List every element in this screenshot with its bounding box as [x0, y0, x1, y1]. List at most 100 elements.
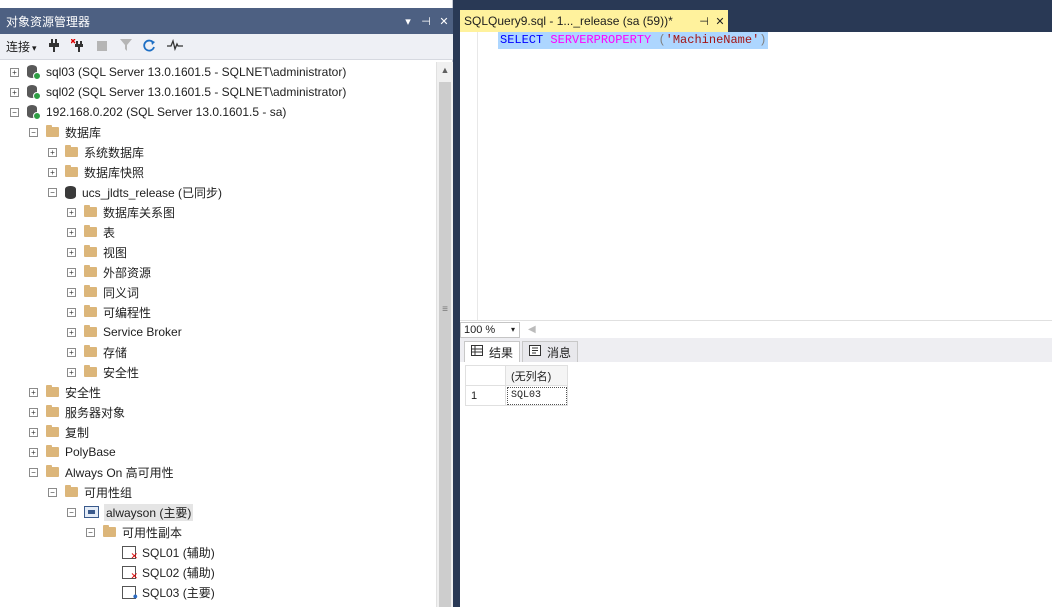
collapse-icon[interactable]: − [48, 187, 57, 197]
collapse-icon[interactable]: − [48, 487, 57, 497]
tree-node[interactable]: + sql02 (SQL Server 13.0.1601.5 - SQLNET\… [10, 82, 346, 102]
dropdown-icon[interactable]: ▾ [399, 15, 417, 28]
tree-node-label: Always On 高可用性 [65, 465, 174, 480]
tree-node[interactable]: + 系统数据库 [48, 142, 144, 162]
connect-plug-icon[interactable] [47, 38, 61, 55]
collapse-icon[interactable]: − [86, 527, 95, 537]
expand-icon[interactable]: + [67, 367, 76, 377]
expand-icon[interactable]: + [67, 247, 76, 257]
query-editor[interactable]: SELECT SERVERPROPERTY ('MachineName') [460, 32, 1052, 320]
refresh-icon[interactable] [143, 39, 157, 55]
scroll-up-icon[interactable]: ▲ [437, 62, 453, 79]
tree-node[interactable]: + 存储 [67, 342, 127, 362]
expand-icon[interactable]: + [67, 267, 76, 277]
zoom-value: 100 % [464, 323, 496, 336]
replica-error-icon: ✕ [122, 545, 138, 560]
tree-node[interactable]: + 安全性 [67, 362, 139, 382]
tree-node[interactable]: − ucs_jldts_release (已同步) [48, 182, 222, 202]
expand-icon[interactable]: + [67, 347, 76, 357]
expand-icon[interactable]: + [48, 147, 57, 157]
tree-node[interactable]: + sql03 (SQL Server 13.0.1601.5 - SQLNET\… [10, 62, 346, 82]
pin-icon[interactable]: ⊣ [417, 15, 435, 28]
activity-monitor-icon[interactable] [166, 38, 183, 54]
row-number[interactable]: 1 [465, 385, 506, 406]
tree-node[interactable]: + Service Broker [67, 322, 182, 342]
result-cell[interactable]: SQL03 [505, 385, 568, 406]
expand-icon[interactable]: + [67, 227, 76, 237]
expand-icon[interactable]: + [29, 407, 38, 417]
tree-node[interactable]: + 表 [67, 222, 115, 242]
tree-node[interactable]: + 外部资源 [67, 262, 151, 282]
tree-node[interactable]: − 可用性组 [48, 482, 132, 502]
folder-icon [46, 465, 59, 477]
tree-node[interactable]: + 可编程性 [67, 302, 151, 322]
collapse-icon[interactable]: − [67, 507, 76, 517]
document-tabbar: SQLQuery9.sql - 1..._release (sa (59))* … [458, 8, 1052, 32]
tree-node-label: 数据库 [65, 125, 102, 140]
tree-node[interactable]: + 同义词 [67, 282, 139, 302]
tree-node[interactable]: − 192.168.0.202 (SQL Server 13.0.1601.5 -… [10, 102, 286, 122]
tab-messages[interactable]: 消息 [522, 341, 579, 362]
tree-node-label: 表 [103, 225, 116, 240]
expand-icon[interactable]: + [29, 447, 38, 457]
scrollbar-thumb[interactable] [439, 82, 451, 607]
column-header[interactable]: (无列名) [505, 365, 568, 386]
folder-icon [84, 305, 97, 317]
tree-scrollbar[interactable]: ▲ ≡ [436, 62, 453, 607]
replica-error-icon: ✕ [122, 565, 138, 580]
expand-icon[interactable]: + [67, 287, 76, 297]
tree-node[interactable]: + 视图 [67, 242, 127, 262]
tree-node[interactable]: ✕ SQL02 (辅助) [105, 562, 215, 582]
expand-icon[interactable]: + [67, 307, 76, 317]
close-icon[interactable]: ✕ [435, 15, 453, 28]
tree-node-label: 服务器对象 [65, 405, 126, 420]
tree-node[interactable]: − 可用性副本 [86, 522, 182, 542]
pin-tab-icon[interactable]: ⊣ [696, 15, 712, 28]
scroll-left-icon[interactable]: ◀ [528, 324, 536, 335]
tab-sqlquery9[interactable]: SQLQuery9.sql - 1..._release (sa (59))* … [460, 10, 728, 32]
tree-node[interactable]: − Always On 高可用性 [29, 462, 174, 482]
messages-icon [529, 345, 542, 359]
tree-node[interactable]: + PolyBase [29, 442, 116, 462]
folder-icon [84, 265, 97, 277]
expand-icon[interactable]: + [29, 427, 38, 437]
tree-node-label: 同义词 [103, 285, 140, 300]
tree-node[interactable]: + 服务器对象 [29, 402, 125, 422]
filter-icon[interactable] [119, 39, 133, 54]
tree-node[interactable]: ✕ SQL01 (辅助) [105, 542, 215, 562]
tab-results[interactable]: 结果 [464, 341, 521, 362]
sql-keyword: SELECT [500, 33, 544, 47]
tree-node[interactable]: + 数据库快照 [48, 162, 144, 182]
expand-icon[interactable]: + [67, 327, 76, 337]
tree-node-label: 视图 [103, 245, 128, 260]
collapse-icon[interactable]: − [10, 107, 19, 117]
close-tab-icon[interactable]: ✕ [712, 15, 728, 28]
editor-area: SQLQuery9.sql - 1..._release (sa (59))* … [458, 0, 1052, 607]
object-explorer-tree: + sql03 (SQL Server 13.0.1601.5 - SQLNET\… [0, 62, 436, 607]
expand-icon[interactable]: + [29, 387, 38, 397]
expand-icon[interactable]: + [48, 167, 57, 177]
tree-node[interactable]: + 数据库关系图 [67, 202, 175, 222]
connect-button[interactable]: 连接 ▾ [6, 38, 37, 55]
expand-icon[interactable]: + [67, 207, 76, 217]
stop-icon[interactable] [95, 40, 109, 54]
code-line-1[interactable]: SELECT SERVERPROPERTY ('MachineName') [498, 32, 769, 49]
availability-group-icon [84, 506, 99, 518]
table-row: 1 SQL03 [465, 385, 568, 406]
tree-node[interactable]: ● SQL03 (主要) [105, 582, 215, 602]
folder-icon [65, 165, 78, 177]
sql-function: SERVERPROPERTY [550, 33, 652, 47]
tree-node[interactable]: − alwayson (主要) [67, 502, 194, 522]
zoom-select[interactable]: 100 % ▾ [460, 321, 520, 338]
tree-node-label: 192.168.0.202 (SQL Server 13.0.1601.5 - … [46, 105, 287, 119]
disconnect-icon[interactable] [70, 38, 85, 55]
grid-header-row: (无列名) [465, 365, 568, 386]
collapse-icon[interactable]: − [29, 127, 38, 137]
collapse-icon[interactable]: − [29, 467, 38, 477]
expand-icon[interactable]: + [10, 87, 19, 97]
tree-node[interactable]: + 安全性 [29, 382, 101, 402]
tree-node[interactable]: + 复制 [29, 422, 89, 442]
expand-icon[interactable]: + [10, 67, 19, 77]
tree-node[interactable]: − 数据库 [29, 122, 101, 142]
folder-icon [46, 405, 59, 417]
